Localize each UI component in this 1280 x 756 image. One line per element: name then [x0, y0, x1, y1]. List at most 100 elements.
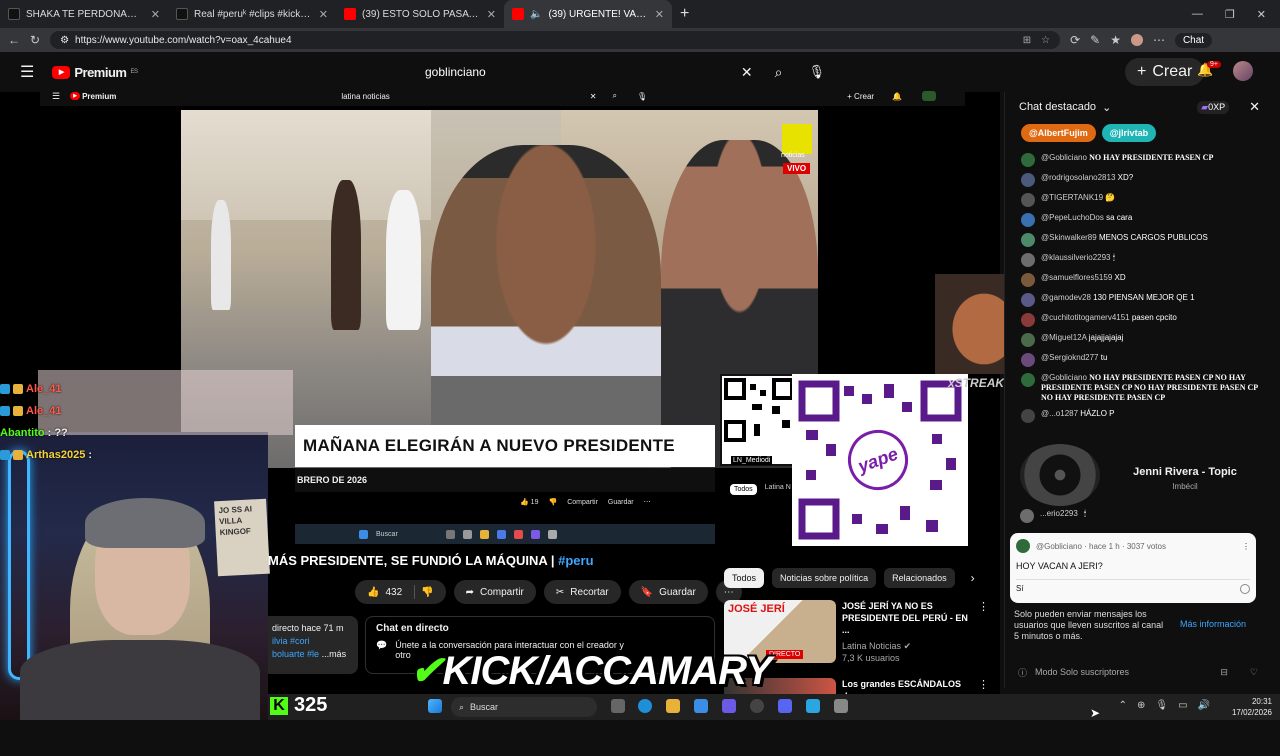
puzzle-icon[interactable]: ✎: [1090, 33, 1100, 47]
site-info-icon[interactable]: ⚙: [60, 35, 69, 46]
menu-icon[interactable]: ⋯: [1153, 33, 1165, 47]
youtube-logo[interactable]: ▶ Premium ES: [52, 65, 138, 80]
install-icon[interactable]: ⊞: [1023, 35, 1031, 46]
gift-icon[interactable]: ⊟: [1220, 667, 1228, 678]
app-grid-icon[interactable]: [694, 699, 708, 713]
nested-dislike-icon: 👎: [548, 499, 558, 506]
speaker-icon[interactable]: 🔈: [530, 9, 542, 20]
pinned-user-chip[interactable]: @jlrivtab: [1101, 124, 1157, 142]
save-label: Guardar: [659, 586, 696, 598]
obs-icon[interactable]: [750, 699, 764, 713]
nested-taskbar-search: Buscar: [376, 530, 398, 538]
share-button[interactable]: ➦ Compartir: [453, 580, 536, 604]
chat-message-body: @...o1287 HÁZLO P: [1041, 409, 1115, 419]
video-hashtag[interactable]: #peru: [558, 553, 593, 568]
nested-save-label: Guardar: [607, 498, 634, 506]
chat-avatar: [1021, 333, 1035, 347]
poll-more-icon[interactable]: ⋮: [1242, 542, 1250, 551]
browser-tab-2[interactable]: Real #peruᵏ #clips #kick #nanatt ✕: [168, 0, 336, 28]
create-button[interactable]: + Crear: [1125, 58, 1205, 86]
radio-icon[interactable]: [1240, 584, 1250, 594]
search-icon[interactable]: ⌕: [775, 64, 783, 81]
user-avatar[interactable]: [1233, 61, 1253, 81]
teams-icon[interactable]: [722, 699, 736, 713]
pinned-user-chip[interactable]: @AlbertFujim: [1021, 124, 1096, 142]
favorites-icon[interactable]: ★: [1110, 33, 1121, 47]
filter-chip-related[interactable]: Relacionados: [884, 568, 955, 588]
chat-message: @PepeLuchoDos sa cara: [1005, 210, 1274, 230]
heart-icon[interactable]: ♡: [1250, 667, 1258, 678]
edge-browser-icon[interactable]: [638, 699, 652, 713]
hamburger-menu-icon[interactable]: ☰: [20, 62, 34, 82]
close-window-icon[interactable]: ✕: [1257, 8, 1266, 21]
show-more-link[interactable]: ...más: [322, 649, 347, 659]
settings-icon[interactable]: [834, 699, 848, 713]
chat-mode-dropdown[interactable]: Chat destacado: [1019, 101, 1096, 113]
task-view-icon[interactable]: [611, 699, 625, 713]
file-explorer-icon[interactable]: [666, 699, 680, 713]
chat-button[interactable]: Chat: [1174, 32, 1213, 48]
close-tab-icon[interactable]: ✕: [319, 8, 328, 21]
points-badge[interactable]: ▰0XP: [1197, 100, 1230, 114]
network-icon[interactable]: ⊕: [1137, 700, 1145, 711]
poll-header: @Gobliciano · hace 1 h · 3037 votos ⋮: [1016, 539, 1250, 553]
tray-chevron-icon[interactable]: ⌃: [1119, 700, 1127, 711]
close-tab-icon[interactable]: ✕: [151, 8, 160, 21]
candle-emoji: 🕯: [1083, 509, 1087, 518]
mic-icon[interactable]: 🎙: [1155, 700, 1168, 711]
close-tab-icon[interactable]: ✕: [655, 8, 664, 21]
more-info-link[interactable]: Más información: [1180, 619, 1246, 630]
new-tab-icon[interactable]: +: [672, 5, 697, 23]
browser-tab-3[interactable]: (39) ESTO SOLO PASA EN PERU - Y ✕: [336, 0, 504, 28]
chat-avatar: [1020, 509, 1034, 523]
tab-title: (39) URGENTE! VACARON A J: [548, 8, 648, 20]
chat-username: @rodrigosolano2813: [1041, 173, 1116, 182]
chat-avatar: [1021, 253, 1035, 267]
filter-chip-all[interactable]: Todos: [724, 568, 765, 588]
minimize-icon[interactable]: —: [1192, 8, 1203, 21]
clear-search-icon[interactable]: ✕: [741, 64, 753, 81]
viewer-count: K 325: [270, 694, 327, 717]
chat-message-body: @samuelflores5159 XD: [1041, 273, 1126, 283]
windows-start-icon[interactable]: [428, 699, 442, 713]
nested-clear-icon: ✕: [589, 91, 597, 101]
info-icon[interactable]: ⓘ: [1018, 666, 1027, 679]
display-icon[interactable]: ▭: [1178, 700, 1187, 711]
rec-more-icon[interactable]: ⋮: [978, 600, 989, 678]
clip-button[interactable]: ✂ Recortar: [543, 580, 621, 604]
chat-text: sa cara: [1106, 213, 1133, 222]
scissors-icon: ✂: [555, 586, 565, 598]
browser-tab-4[interactable]: 🔈 (39) URGENTE! VACARON A J ✕: [504, 0, 672, 28]
search-input[interactable]: [425, 65, 735, 79]
profile-avatar[interactable]: [1130, 34, 1143, 46]
poll-option[interactable]: Sí: [1016, 579, 1250, 594]
thumbs-down-icon[interactable]: 👎: [421, 587, 433, 598]
chevron-down-icon[interactable]: ⌄: [1102, 101, 1111, 114]
url-field[interactable]: ⚙ https://www.youtube.com/watch?v=oax_4c…: [50, 31, 1061, 49]
reload-icon[interactable]: ↻: [30, 33, 40, 47]
close-chat-icon[interactable]: ✕: [1249, 99, 1260, 115]
maximize-icon[interactable]: ❐: [1225, 8, 1235, 21]
chat-input-placeholder: Modo Solo suscriptores: [1035, 667, 1130, 677]
save-button[interactable]: 🔖 Guardar: [628, 580, 708, 604]
browser-tab-1[interactable]: SHAKA TE PERDONAMOS 💚 / FR ✕: [0, 0, 168, 28]
close-tab-icon[interactable]: ✕: [487, 8, 496, 21]
like-button[interactable]: 👍 432 👎: [355, 580, 446, 604]
mic-icon[interactable]: 🎙: [808, 64, 825, 80]
filter-chip-politics[interactable]: Noticias sobre política: [772, 568, 877, 588]
chat-message: @rodrigosolano2813 XD?: [1005, 170, 1274, 190]
taskbar-clock[interactable]: 20:31 17/02/2026: [1232, 696, 1272, 718]
extensions-icon[interactable]: ⟳: [1070, 33, 1080, 47]
kick-logo-icon: K: [270, 696, 288, 715]
chat-username: @Gobliciano: [1041, 373, 1087, 382]
volume-icon[interactable]: 🔊: [1198, 700, 1210, 711]
chevron-right-icon[interactable]: ›: [971, 571, 975, 585]
video-description[interactable]: directo hace 71 m ilvia #cori boluarte #…: [268, 616, 358, 674]
rec-title[interactable]: JOSÉ JERÍ YA NO ES PRESIDENTE DEL PERÚ -…: [842, 600, 972, 636]
taskbar-search[interactable]: ⌕ Buscar: [451, 697, 597, 717]
back-icon[interactable]: ←: [8, 33, 20, 47]
thumb-text: JOSÉ JERÍ: [728, 603, 785, 615]
discord-icon[interactable]: [778, 699, 792, 713]
bookmark-star-icon[interactable]: ☆: [1041, 35, 1050, 46]
telegram-icon[interactable]: [806, 699, 820, 713]
